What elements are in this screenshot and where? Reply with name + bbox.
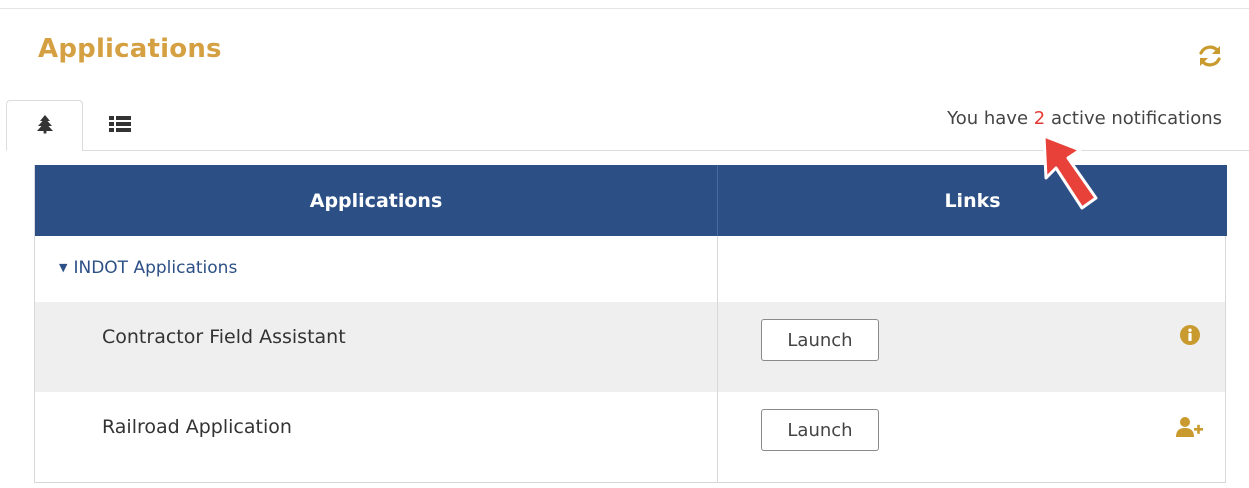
- user-plus-icon[interactable]: [1176, 416, 1203, 442]
- top-divider: [0, 8, 1249, 9]
- notification-prefix: You have: [947, 108, 1029, 129]
- info-icon[interactable]: [1179, 324, 1205, 350]
- notification-summary[interactable]: You have 2 active notifications: [947, 108, 1222, 129]
- table-row: Contractor Field Assistant Launch: [35, 302, 1225, 392]
- notification-suffix: active notifications: [1050, 108, 1222, 129]
- notification-count[interactable]: 2: [1034, 108, 1045, 129]
- launch-button[interactable]: Launch: [761, 409, 879, 451]
- refresh-icon[interactable]: [1196, 42, 1224, 70]
- red-arrow-annotation: [1042, 134, 1098, 210]
- tree-icon: [35, 114, 55, 138]
- tab-list-view[interactable]: [83, 100, 157, 151]
- group-label: INDOT Applications: [73, 258, 238, 278]
- table-row: Railroad Application Launch: [35, 392, 1225, 482]
- column-header-applications: Applications: [35, 165, 718, 236]
- table-row-group: ▼ INDOT Applications: [35, 236, 1225, 302]
- page-title: Applications: [38, 34, 222, 64]
- app-name: Contractor Field Assistant: [102, 326, 346, 348]
- list-icon: [109, 115, 131, 137]
- caret-down-icon: ▼: [59, 261, 68, 274]
- group-toggle-indot[interactable]: ▼ INDOT Applications: [59, 258, 237, 278]
- app-name: Railroad Application: [102, 416, 292, 438]
- tab-tree-view[interactable]: [6, 100, 83, 151]
- column-header-links: Links: [944, 189, 1001, 212]
- launch-button[interactable]: Launch: [761, 319, 879, 361]
